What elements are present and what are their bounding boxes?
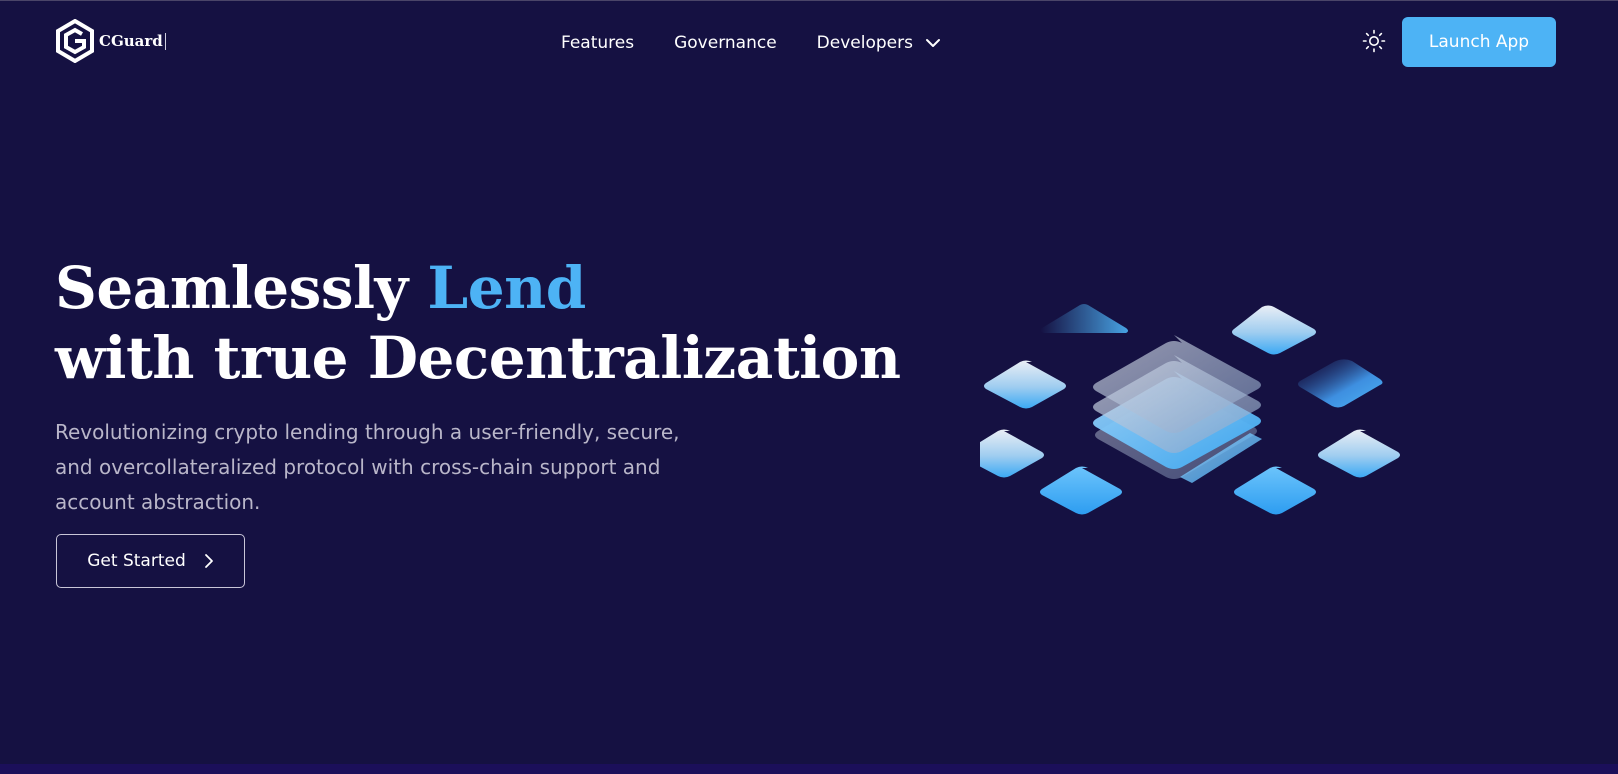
nav-features[interactable]: Features [561, 31, 634, 55]
bottom-strip [0, 764, 1618, 774]
nav-developers[interactable]: Developers [817, 31, 941, 55]
hero-title-line2: with true Decentralization [55, 324, 901, 392]
hero-title-accent: Lend [427, 254, 586, 322]
hero-title-part1: Seamlessly [55, 254, 428, 322]
chevron-down-icon [925, 39, 940, 47]
nav-developers-label: Developers [816, 33, 913, 53]
cguard-logo-icon [56, 19, 94, 63]
page: CGuard Features Governance Developers La… [0, 0, 1618, 774]
main-nav: Features Governance Developers [561, 31, 941, 55]
get-started-button[interactable]: Get Started [56, 534, 245, 588]
logo[interactable]: CGuard [55, 19, 166, 63]
sun-icon[interactable] [1362, 29, 1386, 53]
chevron-right-icon [204, 554, 213, 568]
hero-title: Seamlessly Lend with true Decentralizatio… [55, 253, 901, 393]
get-started-label: Get Started [87, 551, 186, 571]
site-header: CGuard Features Governance Developers La… [0, 1, 1618, 85]
nav-governance[interactable]: Governance [674, 31, 777, 55]
isometric-blocks-illustration [980, 304, 1400, 515]
logo-text: CGuard [99, 32, 166, 50]
hero-subtitle: Revolutionizing crypto lending through a… [55, 420, 680, 514]
launch-app-button[interactable]: Launch App [1402, 17, 1556, 67]
